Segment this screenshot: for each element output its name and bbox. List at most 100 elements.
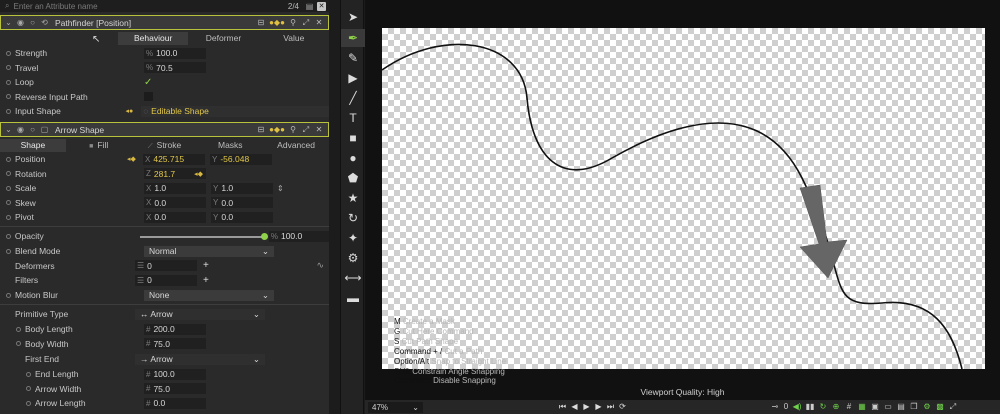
keyframe-dot-icon[interactable] [6, 156, 11, 162]
loop-icon[interactable]: ⟳ [618, 401, 627, 412]
input-shape-link[interactable]: ◌ Editable Shape [141, 105, 329, 117]
tab-advanced[interactable]: Advanced [263, 139, 329, 152]
tab-fill[interactable]: ■ Fill [66, 139, 132, 152]
keyframe-dot-icon[interactable] [6, 94, 11, 100]
tab-shape[interactable]: Shape [0, 139, 66, 152]
pause-icon[interactable]: ▮▮ [805, 401, 815, 412]
collapse-chevron-icon[interactable]: ⌄ [4, 18, 13, 27]
filter-icon[interactable]: ▤ [305, 2, 314, 11]
solo-circle-icon[interactable]: ○ [28, 18, 37, 27]
fullscreen-icon[interactable]: ⤢ [948, 401, 958, 412]
keyframe-dot-icon[interactable] [26, 400, 31, 406]
pivot-x-field[interactable]: X 0.0 [144, 211, 206, 223]
ellipse-tool-icon[interactable]: ● [341, 149, 365, 167]
color-tag-icon[interactable]: ●◆● [269, 18, 285, 27]
keyframe-dot-icon[interactable] [6, 200, 11, 206]
overlay-icon[interactable]: ▤ [896, 401, 906, 412]
reverse-input-path-checkbox[interactable] [144, 92, 153, 102]
keyframe-dot-icon[interactable] [6, 185, 11, 191]
color-tag-icon[interactable]: ●◆● [269, 125, 285, 134]
pivot-y-field[interactable]: Y 0.0 [211, 211, 273, 223]
close-icon[interactable]: ✕ [314, 18, 324, 27]
text-tool-icon[interactable]: T [341, 109, 365, 127]
visibility-eye-icon[interactable]: ◉ [16, 125, 25, 134]
attribute-search-input[interactable]: ⌕ Enter an Attribute name [0, 1, 288, 11]
play-icon[interactable]: ▶ [582, 401, 591, 412]
keyframe-dot-icon[interactable] [6, 292, 11, 298]
grid-icon[interactable]: # [844, 401, 854, 412]
arrow-width-field[interactable]: #75.0 [144, 383, 206, 395]
collapse-chevron-icon[interactable]: ⌄ [4, 125, 13, 134]
solo-circle-icon[interactable]: ○ [28, 125, 37, 134]
position-y-field[interactable]: Y -56.048 [210, 153, 272, 165]
burst-tool-icon[interactable]: ✦ [341, 229, 365, 247]
capsule-tool-icon[interactable]: ▬ [341, 289, 365, 307]
waveform-icon[interactable]: ∿ [316, 260, 324, 271]
camera-tool-icon[interactable]: ▶ [341, 69, 365, 87]
keyframe-dot-icon[interactable] [6, 171, 11, 177]
blend-mode-select[interactable]: Normal ⌄ [144, 245, 274, 257]
keyframe-dot-icon[interactable] [6, 65, 11, 71]
step-forward-icon[interactable]: ▶ [594, 401, 603, 412]
tab-stroke[interactable]: ⟋ Stroke [132, 139, 198, 152]
clear-search-icon[interactable]: ✕ [317, 1, 326, 11]
link-scale-icon[interactable]: ⇕ [277, 184, 284, 193]
audio-icon[interactable]: ◀) [792, 401, 802, 412]
end-length-field[interactable]: #100.0 [144, 368, 206, 380]
double-arrow-tool-icon[interactable]: ⟷ [341, 269, 365, 287]
keyframe-dot-icon[interactable] [6, 79, 11, 85]
first-end-select[interactable]: → Arrow ⌄ [135, 353, 265, 365]
key-icon[interactable]: ⊸ [770, 401, 780, 412]
loop-checkbox[interactable]: ✓ [144, 77, 152, 88]
strength-field[interactable]: % 100.0 [144, 47, 206, 59]
zoom-select[interactable]: 47% ⌄ [368, 401, 423, 413]
keyframe-dot-icon[interactable] [26, 386, 31, 392]
go-to-end-icon[interactable]: ⏭ [606, 401, 615, 412]
motion-blur-select[interactable]: None ⌄ [144, 289, 274, 301]
pen-tool-icon[interactable]: ✒ [341, 29, 365, 47]
position-x-field[interactable]: X 425.715 [143, 153, 205, 165]
tab-value[interactable]: Value [259, 32, 329, 45]
go-to-start-icon[interactable]: ⏮ [558, 401, 567, 412]
pin-icon[interactable]: ⚲ [288, 125, 298, 134]
keyframe-dot-icon[interactable] [6, 248, 11, 254]
viewport[interactable]: M Create a Mask G Cut Here Command S Cut… [365, 0, 1000, 400]
keyframe-dot-icon[interactable] [26, 371, 31, 377]
link-indicator-icon[interactable]: ◂● [126, 107, 138, 115]
select-tool-icon[interactable]: ➤ [341, 8, 365, 26]
layer-options-icon[interactable]: ⊟ [256, 18, 266, 27]
tab-behaviour[interactable]: Behaviour [118, 32, 189, 45]
layer-options-icon[interactable]: ⊟ [256, 125, 266, 134]
skew-y-field[interactable]: Y 0.0 [211, 197, 273, 209]
enable-toggle-icon[interactable]: ◉ [16, 18, 25, 27]
snap-grid-icon[interactable]: ▩ [935, 401, 945, 412]
star-tool-icon[interactable]: ★ [341, 189, 365, 207]
keyframe-dot-icon[interactable] [6, 50, 11, 56]
keyframe-nav-icon[interactable]: ◂◆ [127, 155, 139, 163]
crosshair-icon[interactable]: ⊕ [831, 401, 841, 412]
brush-tool-icon[interactable]: ✎ [341, 49, 365, 67]
monitor-icon[interactable]: ▭ [883, 401, 893, 412]
refresh-icon[interactable]: ↻ [818, 401, 828, 412]
expand-icon[interactable]: ⤢ [301, 18, 311, 28]
settings-icon[interactable]: ⚙ [922, 401, 932, 412]
guides-icon[interactable]: ▦ [857, 401, 867, 412]
add-deformer-button[interactable]: + [203, 260, 209, 271]
opacity-slider[interactable] [139, 231, 268, 242]
opacity-slider-knob[interactable] [260, 232, 268, 240]
arrow-length-field[interactable]: #0.0 [144, 397, 206, 409]
primitive-type-select[interactable]: ↔ Arrow ⌄ [135, 308, 265, 320]
rotation-field[interactable]: Z 281.7 ◂◆ [144, 168, 206, 180]
keyframe-dot-icon[interactable] [6, 214, 11, 220]
line-tool-icon[interactable]: ╱ [341, 89, 365, 107]
expand-icon[interactable]: ⤢ [301, 125, 311, 135]
keyframe-dot-icon[interactable] [6, 108, 11, 114]
pathfinder-header[interactable]: ⌄ ◉ ○ ⟲ Pathfinder [Position] ⊟ ●◆● ⚲ ⤢ … [0, 15, 329, 30]
skew-x-field[interactable]: X 0.0 [144, 197, 206, 209]
arrow-shape-header[interactable]: ⌄ ◉ ○ ▢ Arrow Shape ⊟ ●◆● ⚲ ⤢ ✕ [0, 122, 329, 137]
tab-masks[interactable]: Masks [197, 139, 263, 152]
body-length-field[interactable]: #200.0 [144, 323, 206, 335]
arc-tool-icon[interactable]: ↻ [341, 209, 365, 227]
gear-tool-icon[interactable]: ⚙ [341, 249, 365, 267]
body-width-field[interactable]: #75.0 [144, 338, 206, 350]
